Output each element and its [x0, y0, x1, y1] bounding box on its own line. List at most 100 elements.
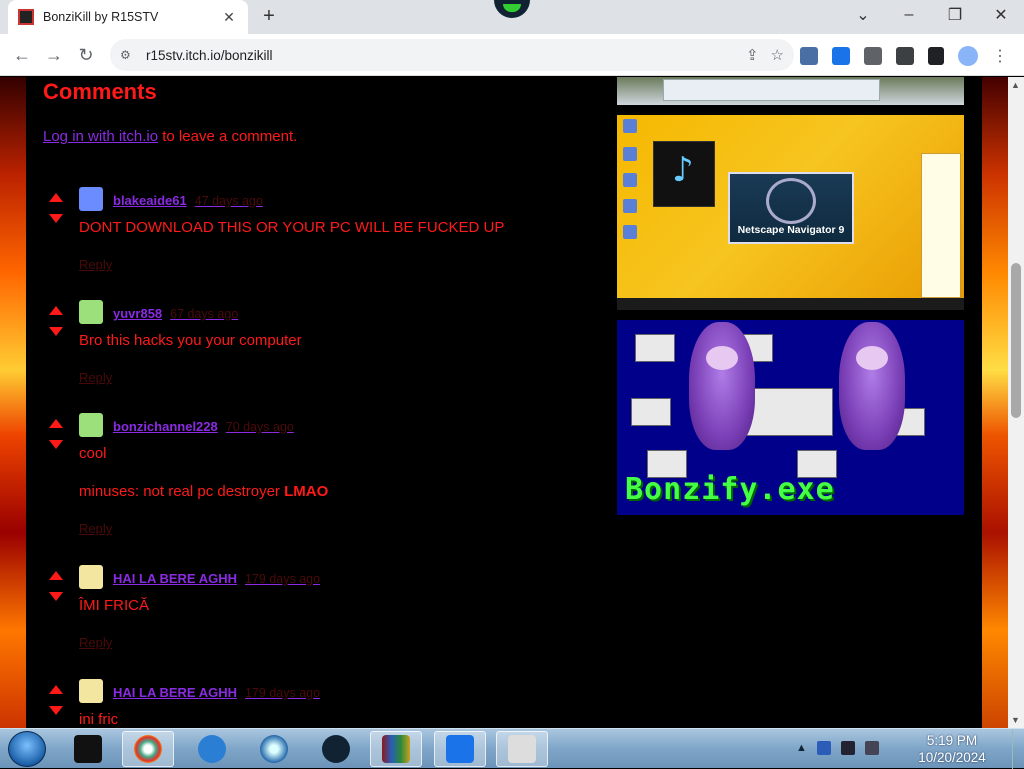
tab-bonzikill[interactable]: BonziKill by R15STV ✕ — [8, 0, 248, 34]
scroll-down-icon[interactable]: ▼ — [1011, 715, 1020, 725]
upvote-arrow-icon[interactable] — [49, 571, 63, 580]
page-scrollbar[interactable]: ▲ ▼ — [1008, 77, 1024, 728]
dialog-box — [743, 388, 833, 436]
labs-flask-icon[interactable] — [896, 47, 914, 65]
site-info-icon[interactable]: ⚙ — [120, 48, 136, 62]
back-arrow-icon[interactable]: ← — [10, 43, 34, 67]
address-bar[interactable]: ⚙ r15stv.itch.io/bonzikill ⇪ ☆ — [110, 39, 794, 71]
desktop-icon — [623, 119, 637, 133]
comment-author[interactable]: bonzichannel228 70 days ago — [113, 419, 294, 434]
puzzle-icon[interactable] — [864, 47, 882, 65]
downvote-arrow-icon[interactable] — [49, 440, 63, 449]
comment-author[interactable]: HAI LA BERE AGHH 179 days ago — [113, 571, 320, 586]
menu-kebab-icon[interactable]: ⋮ — [992, 46, 1008, 66]
taskbar-app-ie[interactable] — [186, 731, 238, 767]
ship-wheel-icon — [766, 178, 816, 224]
comment-body: ÎMI FRICĂ — [79, 597, 149, 614]
media-player-icon — [260, 735, 288, 763]
netscape-splash: Netscape Navigator 9 — [728, 172, 854, 244]
reply-link[interactable]: Reply — [79, 257, 112, 272]
avatar[interactable] — [79, 679, 103, 703]
shield-icon[interactable] — [816, 741, 831, 755]
comment-date: 70 days ago — [225, 420, 294, 434]
taskbar-app-winrar[interactable] — [370, 731, 422, 767]
reply-link[interactable]: Reply — [79, 370, 112, 385]
clock-date: 10/20/2024 — [918, 750, 986, 765]
vote-controls — [49, 685, 65, 715]
extension-icon[interactable] — [832, 47, 850, 65]
comment-date: 47 days ago — [194, 194, 263, 208]
page-content: Comments Log in with itch.io to leave a … — [26, 77, 982, 728]
profile-avatar-icon[interactable] — [958, 46, 978, 66]
close-window-button[interactable]: ✕ — [978, 0, 1024, 30]
mini-taskbar — [617, 298, 964, 310]
app-icon — [74, 735, 102, 763]
screenshot-bonzify[interactable]: Bonzify.exe — [617, 320, 964, 515]
chrome-icon — [134, 735, 162, 763]
close-tab-icon[interactable]: ✕ — [220, 9, 238, 26]
comment-author[interactable]: HAI LA BERE AGHH 179 days ago — [113, 685, 320, 700]
login-link[interactable]: Log in with itch.io — [43, 128, 158, 145]
url-text[interactable]: r15stv.itch.io/bonzikill — [146, 48, 273, 63]
vote-controls — [49, 571, 65, 601]
vote-controls — [49, 306, 65, 336]
tray-expand-icon[interactable]: ▲ — [796, 742, 807, 754]
screenshot-thumbnail[interactable] — [617, 77, 964, 105]
reload-icon[interactable]: ↻ — [74, 43, 98, 67]
downvote-arrow-icon[interactable] — [49, 592, 63, 601]
avatar[interactable] — [79, 187, 103, 211]
comment-author[interactable]: blakeaide61 47 days ago — [113, 193, 263, 208]
volume-icon[interactable] — [864, 741, 879, 755]
login-suffix: to leave a comment. — [158, 128, 298, 145]
comment-date: 67 days ago — [170, 307, 239, 321]
show-desktop-button[interactable] — [1012, 729, 1024, 769]
extension-icon[interactable] — [800, 47, 818, 65]
new-tab-button[interactable]: + — [258, 6, 280, 28]
reply-link[interactable]: Reply — [79, 635, 112, 650]
minimize-button[interactable]: – — [886, 0, 932, 30]
avatar[interactable] — [79, 413, 103, 437]
upvote-arrow-icon[interactable] — [49, 685, 63, 694]
desktop-icon — [623, 147, 637, 161]
app-icon — [322, 735, 350, 763]
comment-date: 179 days ago — [244, 572, 321, 586]
netscape-label: Netscape Navigator 9 — [737, 224, 845, 236]
browser-toolbar: ← → ↻ ⚙ r15stv.itch.io/bonzikill ⇪ ☆ ⋮ — [0, 34, 1024, 76]
forward-arrow-icon[interactable]: → — [42, 43, 66, 67]
screenshot-netscape[interactable]: Netscape Navigator 9 — [617, 115, 964, 310]
taskbar-app-chrome[interactable] — [122, 731, 174, 767]
side-panel-icon[interactable] — [928, 47, 944, 65]
tab-favicon-icon — [18, 9, 34, 25]
taskbar-app-media[interactable] — [248, 731, 300, 767]
scroll-thumb[interactable] — [1011, 263, 1021, 418]
system-clock[interactable]: 5:19 PM 10/20/2024 — [896, 732, 1008, 766]
comment-author[interactable]: yuvr858 67 days ago — [113, 306, 238, 321]
reply-link[interactable]: Reply — [79, 521, 112, 536]
avatar[interactable] — [79, 565, 103, 589]
network-icon[interactable] — [840, 741, 855, 755]
scroll-up-icon[interactable]: ▲ — [1011, 80, 1020, 90]
bonzify-label: Bonzify.exe — [625, 472, 835, 507]
maximize-button[interactable]: ❐ — [932, 0, 978, 30]
upvote-arrow-icon[interactable] — [49, 306, 63, 315]
avatar[interactable] — [79, 300, 103, 324]
downvote-arrow-icon[interactable] — [49, 214, 63, 223]
taskbar-app[interactable] — [434, 731, 486, 767]
downvote-arrow-icon[interactable] — [49, 706, 63, 715]
bookmark-star-icon[interactable]: ☆ — [771, 46, 784, 64]
extensions-area: ⋮ — [800, 46, 1008, 66]
taskbar-app[interactable] — [310, 731, 362, 767]
fire-border-right — [982, 77, 1008, 728]
notepad-window — [921, 153, 961, 298]
clock-time: 5:19 PM — [926, 733, 978, 748]
tab-search-button[interactable]: ⌄ — [840, 0, 886, 30]
taskbar-app[interactable] — [62, 731, 114, 767]
app-icon — [446, 735, 474, 763]
upvote-arrow-icon[interactable] — [49, 193, 63, 202]
taskbar-app[interactable] — [496, 731, 548, 767]
start-button[interactable] — [8, 731, 46, 767]
comment-body: ini fric — [79, 711, 119, 728]
downvote-arrow-icon[interactable] — [49, 327, 63, 336]
upvote-arrow-icon[interactable] — [49, 419, 63, 428]
share-icon[interactable]: ⇪ — [746, 46, 759, 64]
